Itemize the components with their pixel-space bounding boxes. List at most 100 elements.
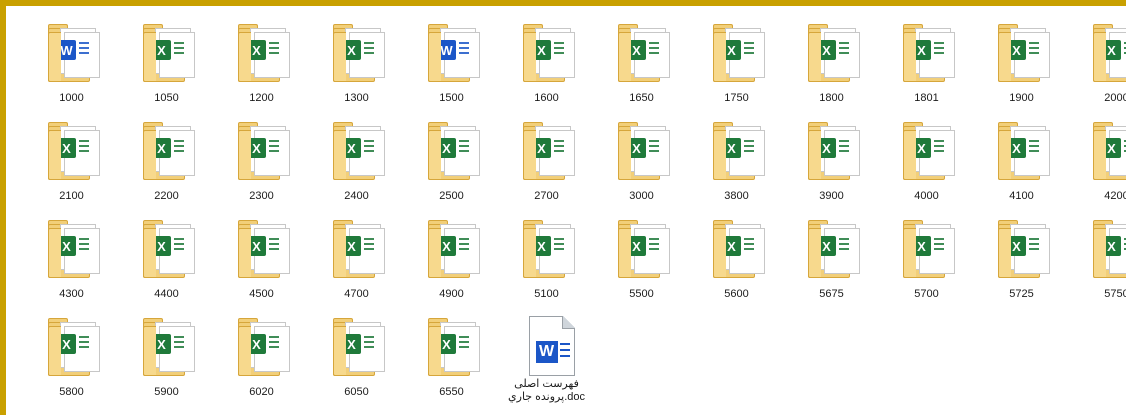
sheet-lines (363, 238, 374, 254)
folder-item[interactable]: X 2000 (1069, 12, 1126, 110)
folder-item[interactable]: X 4900 (404, 208, 499, 306)
folder-item[interactable]: X 5500 (594, 208, 689, 306)
folder-item[interactable]: X 1750 (689, 12, 784, 110)
folder-item[interactable]: X 5900 (119, 306, 214, 404)
folder-front (47, 228, 61, 278)
word-badge: W (535, 341, 558, 363)
folder-item[interactable]: X 2400 (309, 110, 404, 208)
folder-front (237, 32, 251, 82)
folder-item[interactable]: X 4400 (119, 208, 214, 306)
folder-item[interactable]: X 4200 (1069, 110, 1126, 208)
folder-item[interactable]: X 5750 (1069, 208, 1126, 306)
folder-item[interactable]: X 2200 (119, 110, 214, 208)
folder-item[interactable]: X 5100 (499, 208, 594, 306)
folder-item[interactable]: X 5725 (974, 208, 1069, 306)
folder-item[interactable]: X 5700 (879, 208, 974, 306)
folder-front (427, 326, 441, 376)
folder-item[interactable]: X 4000 (879, 110, 974, 208)
folder-excel-icon: X (990, 116, 1054, 186)
folder-item[interactable]: X 2500 (404, 110, 499, 208)
folder-front (1092, 130, 1106, 180)
folder-excel-icon: X (325, 18, 389, 88)
folder-excel-icon: X (990, 214, 1054, 284)
item-label: 5800 (59, 386, 84, 398)
document-page: W (528, 316, 575, 376)
folder-item[interactable]: X 2300 (214, 110, 309, 208)
folder-item[interactable]: X 1900 (974, 12, 1069, 110)
folder-item[interactable]: X 3000 (594, 110, 689, 208)
item-label: 1000 (59, 92, 84, 104)
folder-front (712, 228, 726, 278)
folder-item[interactable]: X 2700 (499, 110, 594, 208)
folder-front (427, 130, 441, 180)
folder-excel-icon: X (420, 312, 484, 382)
page-fold (561, 316, 575, 329)
sheet-lines (553, 140, 564, 156)
item-label: 4000 (914, 190, 939, 202)
folder-excel-icon: X (705, 214, 769, 284)
folder-item[interactable]: X 1050 (119, 12, 214, 110)
folder-item[interactable]: X 1800 (784, 12, 879, 110)
folder-front (902, 32, 916, 82)
folder-item[interactable]: X 6550 (404, 306, 499, 404)
folder-excel-icon: X (990, 18, 1054, 88)
folder-item[interactable]: X 1600 (499, 12, 594, 110)
item-label: 1500 (439, 92, 464, 104)
folder-item[interactable]: X 6020 (214, 306, 309, 404)
item-label: 4900 (439, 288, 464, 300)
folder-item[interactable]: X 4500 (214, 208, 309, 306)
folder-excel-icon: X (135, 18, 199, 88)
folder-excel-icon: X (40, 116, 104, 186)
folder-excel-icon: X (895, 116, 959, 186)
folder-item[interactable]: X 1200 (214, 12, 309, 110)
folder-front (522, 130, 536, 180)
folder-front (237, 130, 251, 180)
folder-front (902, 130, 916, 180)
folder-item[interactable]: X 2100 (24, 110, 119, 208)
folder-word-icon: W (40, 18, 104, 88)
item-label: 4100 (1009, 190, 1034, 202)
folder-item[interactable]: X 3900 (784, 110, 879, 208)
item-label: 1200 (249, 92, 274, 104)
sheet-lines (553, 238, 564, 254)
folder-excel-icon: X (800, 116, 864, 186)
sheet-lines (78, 336, 89, 352)
folder-excel-icon: X (135, 116, 199, 186)
folder-front (807, 32, 821, 82)
folder-item[interactable]: X 4100 (974, 110, 1069, 208)
folder-item[interactable]: W 1000 (24, 12, 119, 110)
folder-item[interactable]: X 4700 (309, 208, 404, 306)
folder-item[interactable]: X 5800 (24, 306, 119, 404)
sheet-lines (1028, 140, 1039, 156)
item-label: 5700 (914, 288, 939, 300)
folder-item[interactable]: X 1300 (309, 12, 404, 110)
folder-item[interactable]: X 5600 (689, 208, 784, 306)
folder-item[interactable]: X 3800 (689, 110, 784, 208)
sheet-lines (458, 140, 469, 156)
folder-item[interactable]: X 6050 (309, 306, 404, 404)
sheet-lines (553, 42, 564, 58)
folder-excel-icon: X (895, 214, 959, 284)
sheet-lines (173, 336, 184, 352)
folder-front (807, 228, 821, 278)
folder-item[interactable]: W 1500 (404, 12, 499, 110)
sheet-lines (648, 238, 659, 254)
file-item[interactable]: W فهرست اصلی پرونده جاري.doc (499, 306, 594, 404)
folder-excel-icon: X (610, 18, 674, 88)
folder-item[interactable]: X 4300 (24, 208, 119, 306)
folder-front (1092, 32, 1106, 82)
folder-front (617, 130, 631, 180)
item-label: 2200 (154, 190, 179, 202)
folder-item[interactable]: X 1650 (594, 12, 689, 110)
item-label: 4300 (59, 288, 84, 300)
folder-excel-icon: X (610, 116, 674, 186)
folder-excel-icon: X (230, 18, 294, 88)
item-label: فهرست اصلی پرونده جاري.doc (508, 378, 585, 403)
folder-front (427, 32, 441, 82)
folder-excel-icon: X (40, 312, 104, 382)
sheet-lines (648, 42, 659, 58)
folder-front (142, 32, 156, 82)
sheet-lines (1028, 238, 1039, 254)
folder-item[interactable]: X 5675 (784, 208, 879, 306)
folder-item[interactable]: X 1801 (879, 12, 974, 110)
